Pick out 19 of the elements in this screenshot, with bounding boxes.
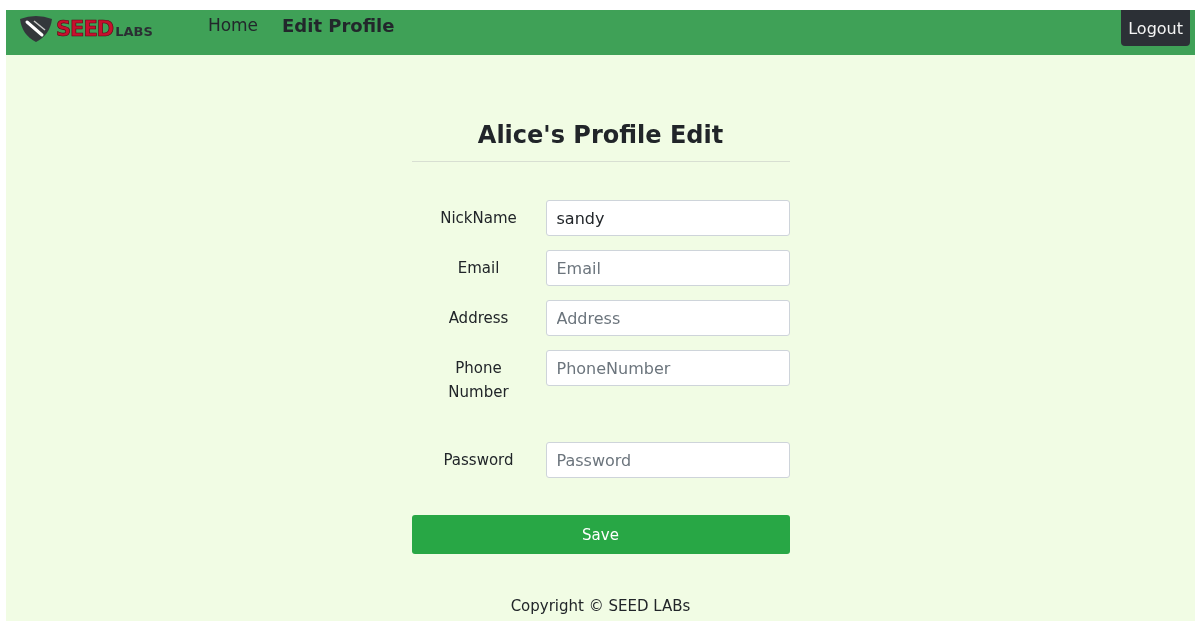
field-label: Password — [442, 450, 515, 471]
nav-link[interactable]: Home — [207, 15, 259, 35]
save-button[interactable]: Save — [411, 515, 790, 554]
shield-wrench-icon — [18, 15, 54, 43]
field-label: Email — [456, 258, 501, 279]
field-label: NickName — [439, 208, 518, 229]
field-label: Address — [447, 308, 510, 329]
input-field[interactable]: Password — [545, 442, 790, 478]
copyright-text: Copyright © SEED LABs — [510, 597, 691, 615]
logo-brand: SEED — [56, 17, 114, 41]
logout-button[interactable]: Logout — [1121, 10, 1190, 46]
input-field[interactable]: sandy — [545, 200, 790, 236]
logo-suffix: LABS — [115, 24, 153, 39]
input-field[interactable]: Email — [545, 250, 790, 286]
field-label: Phone Number — [447, 358, 510, 403]
nav-link[interactable]: Edit Profile — [282, 15, 395, 36]
input-field[interactable]: PhoneNumber — [545, 350, 790, 386]
form-title: Alice's Profile Edit — [411, 121, 790, 162]
input-field[interactable]: Address — [545, 300, 790, 336]
